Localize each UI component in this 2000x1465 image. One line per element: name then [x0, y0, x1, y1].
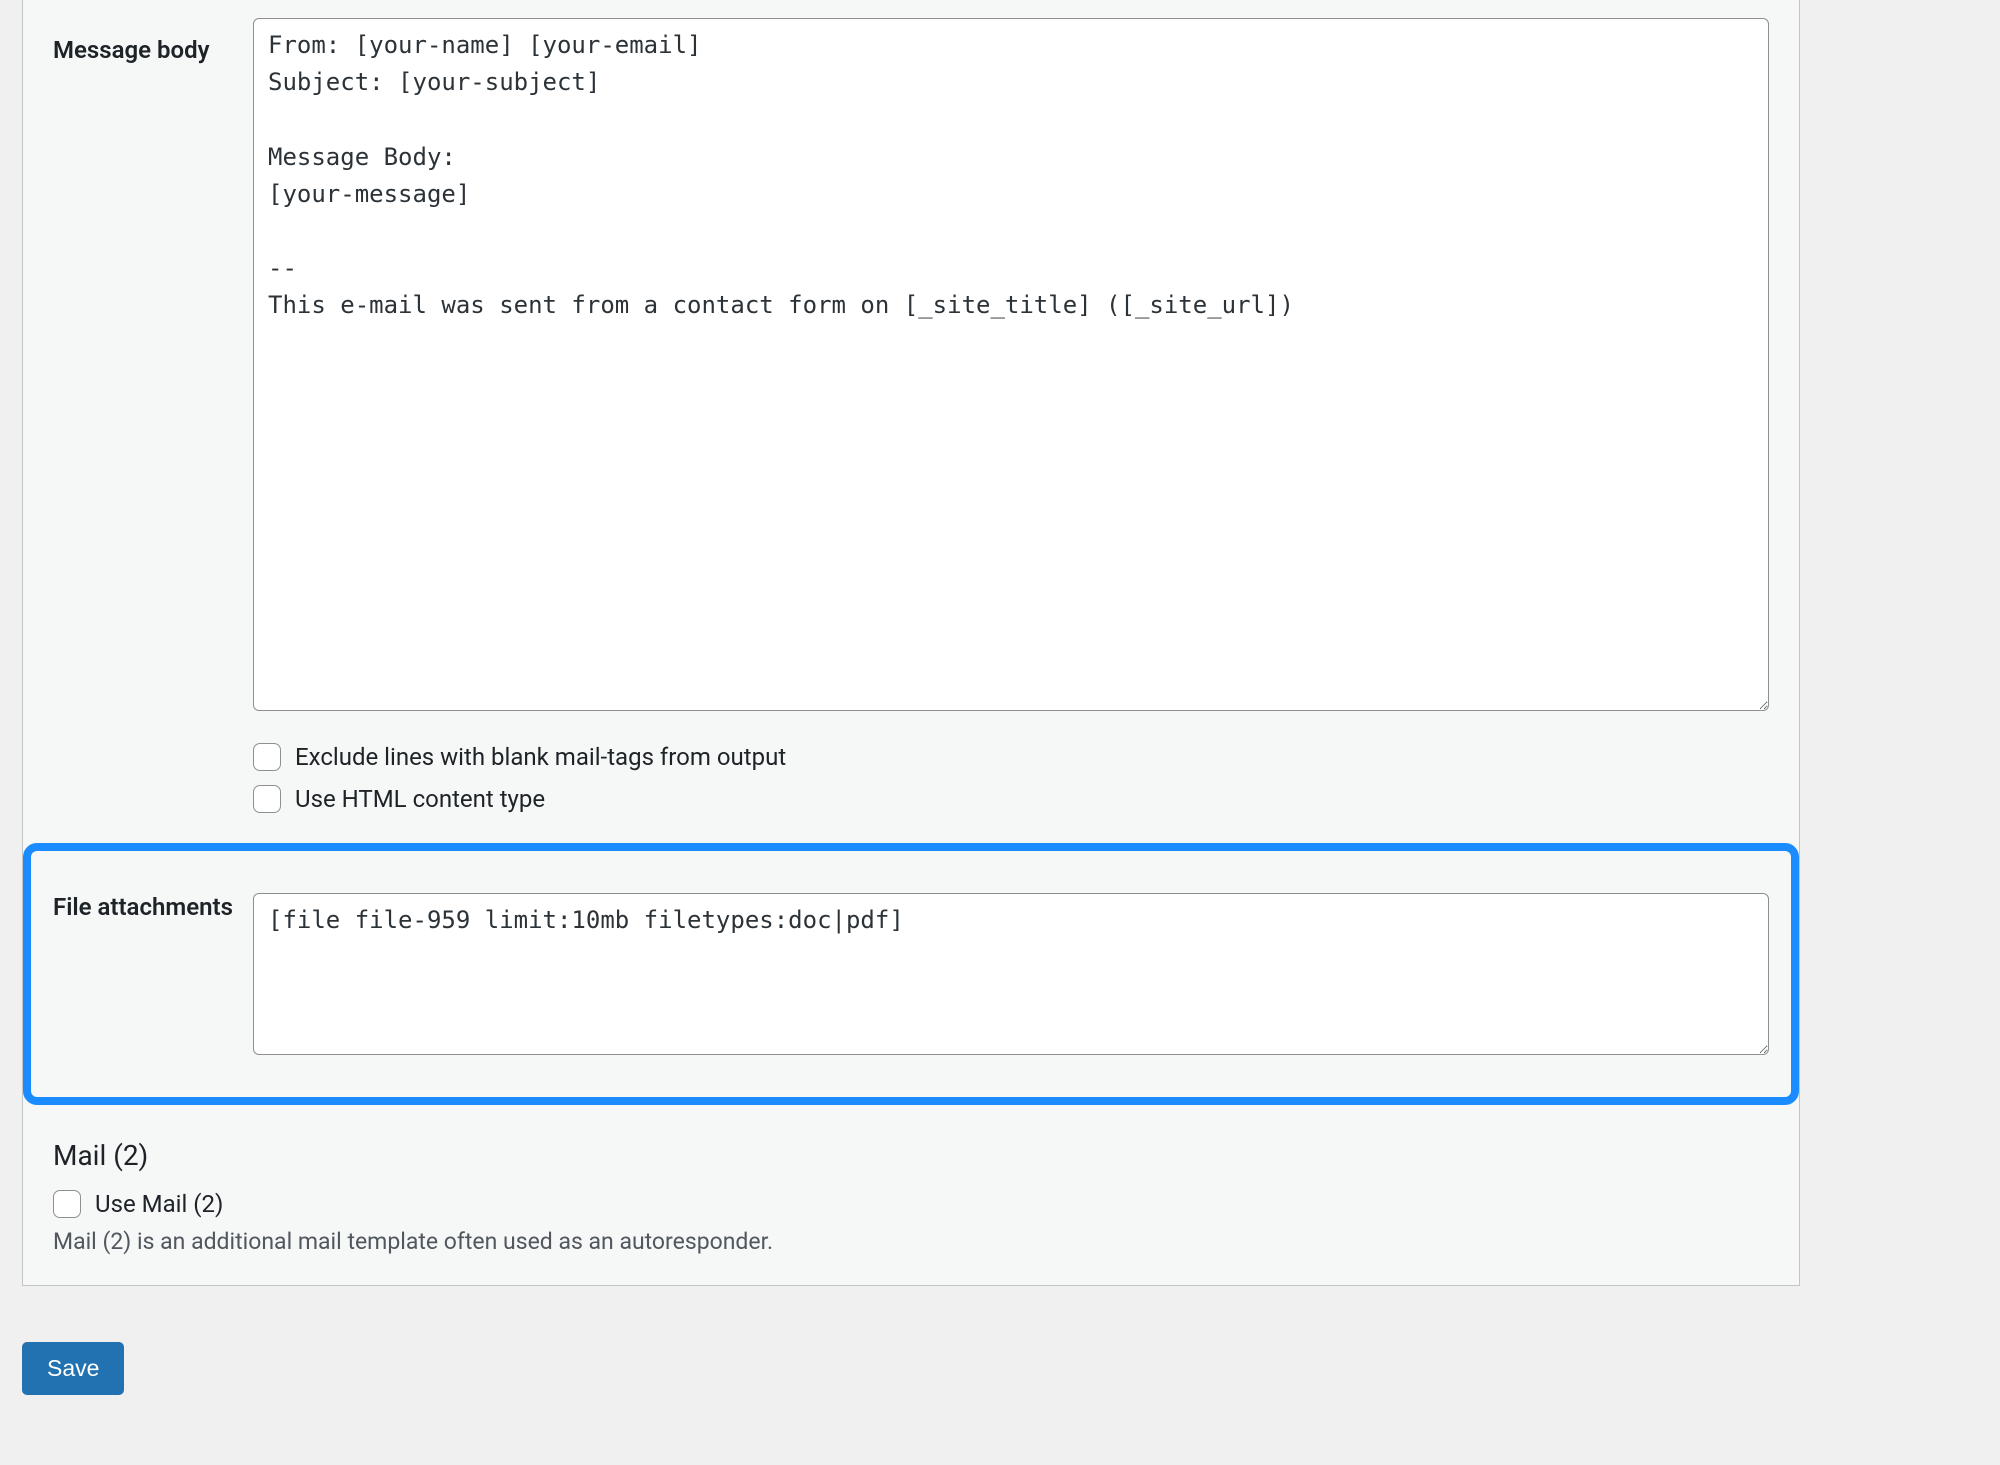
- use-mail2-checkbox[interactable]: [53, 1190, 81, 1218]
- mail2-description: Mail (2) is an additional mail template …: [53, 1228, 1769, 1255]
- file-attachments-label: File attachments: [53, 893, 253, 921]
- use-mail2-row: Use Mail (2): [53, 1190, 1769, 1218]
- save-button[interactable]: Save: [22, 1342, 124, 1395]
- mail2-title: Mail (2): [53, 1139, 1769, 1172]
- exclude-blank-checkbox[interactable]: [253, 743, 281, 771]
- use-mail2-label: Use Mail (2): [95, 1190, 223, 1218]
- mail-settings-panel: Message body Exclude lines with blank ma…: [22, 0, 1800, 1286]
- use-html-checkbox[interactable]: [253, 785, 281, 813]
- use-html-label: Use HTML content type: [295, 785, 545, 813]
- file-attachments-row: File attachments: [53, 893, 1769, 1059]
- file-attachments-highlight: File attachments: [23, 843, 1799, 1105]
- use-html-row: Use HTML content type: [253, 785, 1769, 813]
- mail2-section: Mail (2) Use Mail (2) Mail (2) is an add…: [23, 1133, 1799, 1285]
- message-body-label: Message body: [53, 18, 253, 64]
- exclude-blank-row: Exclude lines with blank mail-tags from …: [253, 743, 1769, 771]
- file-attachments-textarea[interactable]: [253, 893, 1769, 1055]
- message-body-row: Message body Exclude lines with blank ma…: [23, 0, 1799, 827]
- message-body-textarea[interactable]: [253, 18, 1769, 711]
- exclude-blank-label: Exclude lines with blank mail-tags from …: [295, 743, 786, 771]
